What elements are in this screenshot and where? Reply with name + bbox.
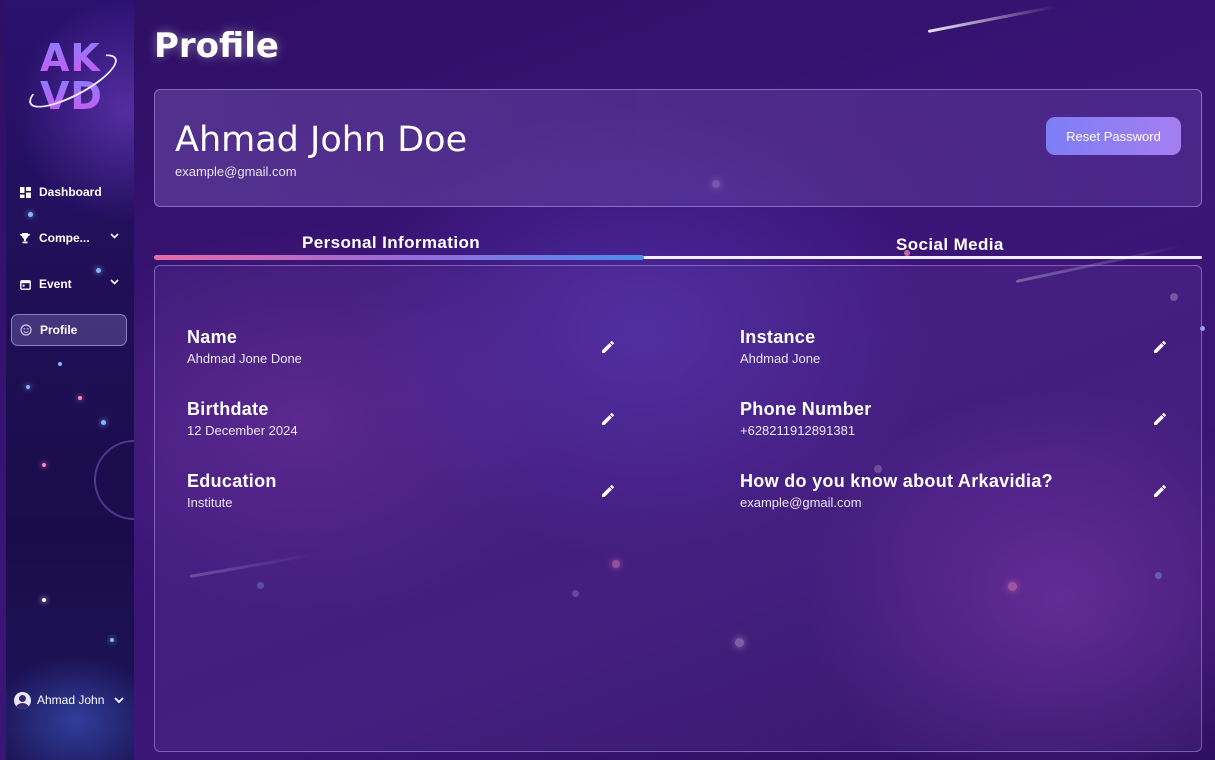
field-value: Ahdmad Jone <box>740 351 821 366</box>
edit-pencil-icon[interactable] <box>1151 338 1169 356</box>
field-label: Phone Number <box>740 399 872 419</box>
sidebar: AK VD Dashboard Compe... Event Profile A… <box>6 0 134 760</box>
user-name: Ahmad John <box>37 693 105 707</box>
sidebar-item-label: Dashboard <box>39 185 102 199</box>
page-title: Profile <box>154 26 279 66</box>
field-label: Instance <box>740 327 816 347</box>
edit-pencil-icon[interactable] <box>599 410 617 428</box>
field-label: How do you know about Arkavidia? <box>740 471 1053 491</box>
tab-social-media[interactable]: Social Media <box>896 235 1004 255</box>
calendar-icon <box>19 278 31 290</box>
shooting-star <box>927 5 1054 33</box>
sidebar-item-label: Compe... <box>39 231 90 245</box>
field-value: 12 December 2024 <box>187 423 298 438</box>
reset-password-button[interactable]: Reset Password <box>1046 117 1181 155</box>
sidebar-item-label: Profile <box>40 323 78 337</box>
profile-email: example@gmail.com <box>175 164 297 179</box>
field-value: +628211912891381 <box>740 423 856 438</box>
field-phone-number: Phone Number +628211912891381 <box>740 399 872 438</box>
field-value: Ahdmad Jone Done <box>187 351 302 366</box>
field-label: Name <box>187 327 238 347</box>
dashboard-icon <box>19 186 31 198</box>
tab-personal-information[interactable]: Personal Information <box>302 233 480 253</box>
user-avatar-icon <box>14 691 31 709</box>
sidebar-item-event[interactable]: Event <box>11 268 127 300</box>
smiley-icon <box>20 324 32 336</box>
star <box>28 212 33 217</box>
sidebar-item-label: Event <box>39 277 72 291</box>
edit-pencil-icon[interactable] <box>599 482 617 500</box>
akvd-logo: AK VD <box>22 36 124 122</box>
planet-ring-decor <box>94 440 134 520</box>
sidebar-item-competition[interactable]: Compe... <box>11 222 127 254</box>
chevron-down-icon <box>114 693 125 707</box>
star <box>26 385 30 389</box>
profile-name: Ahmad John Doe <box>175 120 468 160</box>
field-instance: Instance Ahdmad Jone <box>740 327 820 366</box>
sidebar-item-dashboard[interactable]: Dashboard <box>11 176 127 208</box>
field-value: Institute <box>187 495 233 510</box>
sidebar-item-profile[interactable]: Profile <box>11 314 127 346</box>
edit-pencil-icon[interactable] <box>1151 410 1169 428</box>
star <box>42 598 46 602</box>
star <box>42 463 46 467</box>
trophy-icon <box>19 232 31 244</box>
personal-info-panel: Name Ahdmad Jone Done Birthdate 12 Decem… <box>154 265 1202 752</box>
field-value: example@gmail.com <box>740 495 862 510</box>
field-education: Education Institute <box>187 471 277 510</box>
field-referral-source: How do you know about Arkavidia? example… <box>740 471 1053 510</box>
field-birthdate: Birthdate 12 December 2024 <box>187 399 298 438</box>
chevron-down-icon <box>110 277 119 287</box>
chevron-down-icon <box>110 231 119 241</box>
edit-pencil-icon[interactable] <box>1151 482 1169 500</box>
field-label: Education <box>187 471 277 491</box>
user-menu[interactable]: Ahmad John <box>14 688 126 712</box>
star <box>101 420 106 425</box>
field-label: Birthdate <box>187 399 269 419</box>
edit-pencil-icon[interactable] <box>599 338 617 356</box>
star <box>58 362 62 366</box>
field-name: Name Ahdmad Jone Done <box>187 327 302 366</box>
star <box>110 638 114 642</box>
profile-header-card: Ahmad John Doe example@gmail.com Reset P… <box>154 89 1202 207</box>
star <box>78 396 82 400</box>
tab-active-indicator <box>154 255 644 260</box>
